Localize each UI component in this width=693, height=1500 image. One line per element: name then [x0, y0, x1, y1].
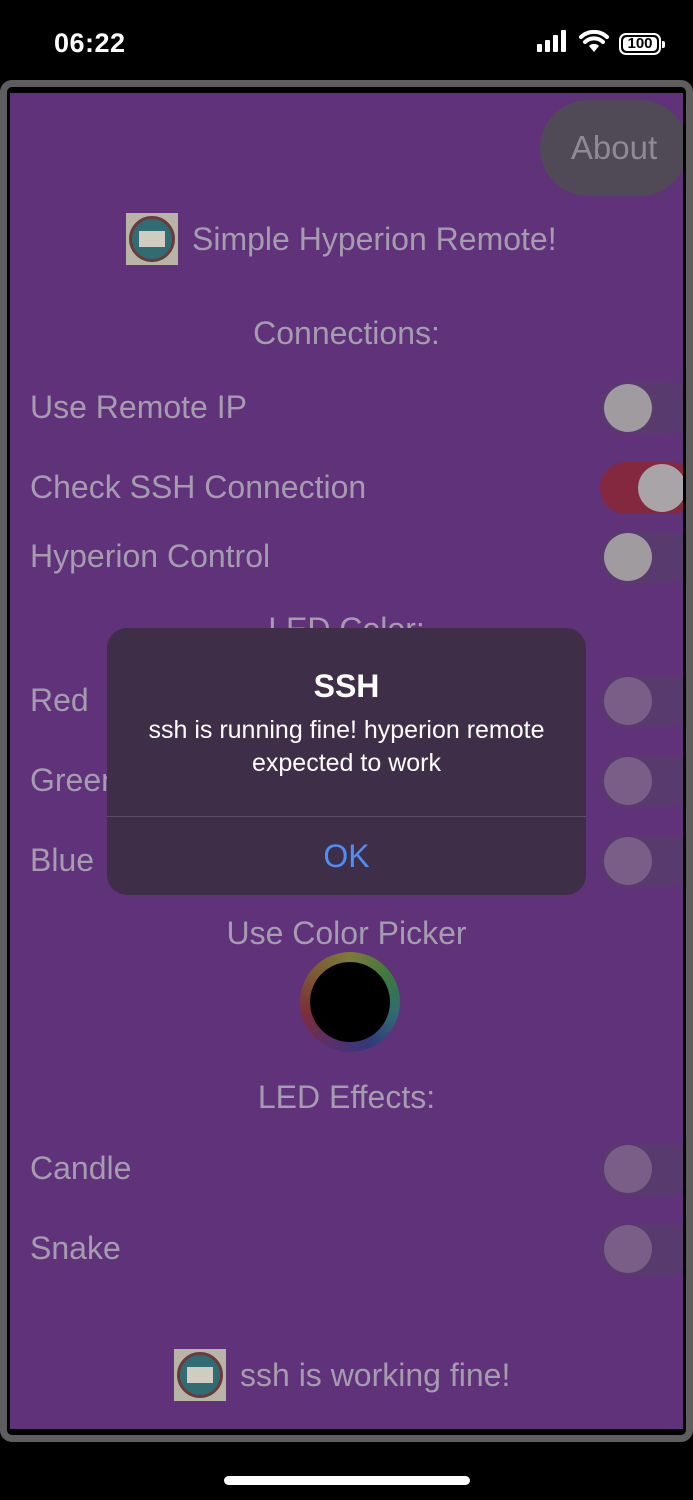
dialog-title: SSH	[313, 668, 380, 704]
dialog-message: ssh is running fine! hyperion remote exp…	[148, 716, 545, 777]
use-remote-ip-toggle[interactable]	[600, 382, 683, 434]
candle-label: Candle	[30, 1150, 132, 1186]
home-indicator[interactable]	[224, 1476, 470, 1485]
cellular-signal-icon	[537, 30, 569, 57]
footer-status-text: ssh is working fine!	[240, 1356, 511, 1393]
check-ssh-connection-toggle[interactable]	[600, 462, 683, 514]
battery-level: 100	[627, 35, 653, 52]
footer-logo	[174, 1349, 226, 1401]
use-remote-ip-label: Use Remote IP	[30, 389, 247, 425]
hyperion-control-label: Hyperion Control	[30, 538, 271, 574]
status-bar: 06:22 100	[0, 0, 693, 84]
selected-color-swatch	[310, 962, 390, 1042]
app-title: Simple Hyperion Remote!	[192, 220, 557, 257]
dialog-ok-button[interactable]: OK	[107, 817, 586, 895]
status-icons: 100	[537, 29, 665, 57]
green-label: Green	[30, 762, 119, 798]
connections-heading: Connections:	[253, 315, 440, 351]
ssh-alert-dialog: SSH ssh is running fine! hyperion remote…	[107, 628, 586, 895]
about-button[interactable]: About	[540, 100, 683, 196]
check-ssh-connection-label: Check SSH Connection	[30, 469, 367, 505]
app-header: Simple Hyperion Remote!	[126, 213, 557, 265]
color-picker-button[interactable]	[300, 952, 400, 1052]
green-toggle[interactable]	[600, 755, 683, 807]
battery-icon: 100	[619, 32, 665, 55]
red-toggle[interactable]	[600, 675, 683, 727]
snake-toggle[interactable]	[600, 1223, 683, 1275]
red-label: Red	[30, 682, 89, 718]
snake-label: Snake	[30, 1230, 121, 1266]
footer-status: ssh is working fine!	[174, 1349, 510, 1401]
color-picker-label: Use Color Picker	[226, 915, 467, 951]
blue-label: Blue	[30, 842, 95, 878]
candle-toggle[interactable]	[600, 1143, 683, 1195]
wifi-icon	[579, 29, 609, 57]
hyperion-control-toggle[interactable]	[600, 531, 683, 583]
led-effects-heading: LED Effects:	[257, 1079, 436, 1115]
app-logo	[126, 213, 178, 265]
status-time: 06:22	[54, 28, 126, 58]
blue-toggle[interactable]	[600, 835, 683, 887]
